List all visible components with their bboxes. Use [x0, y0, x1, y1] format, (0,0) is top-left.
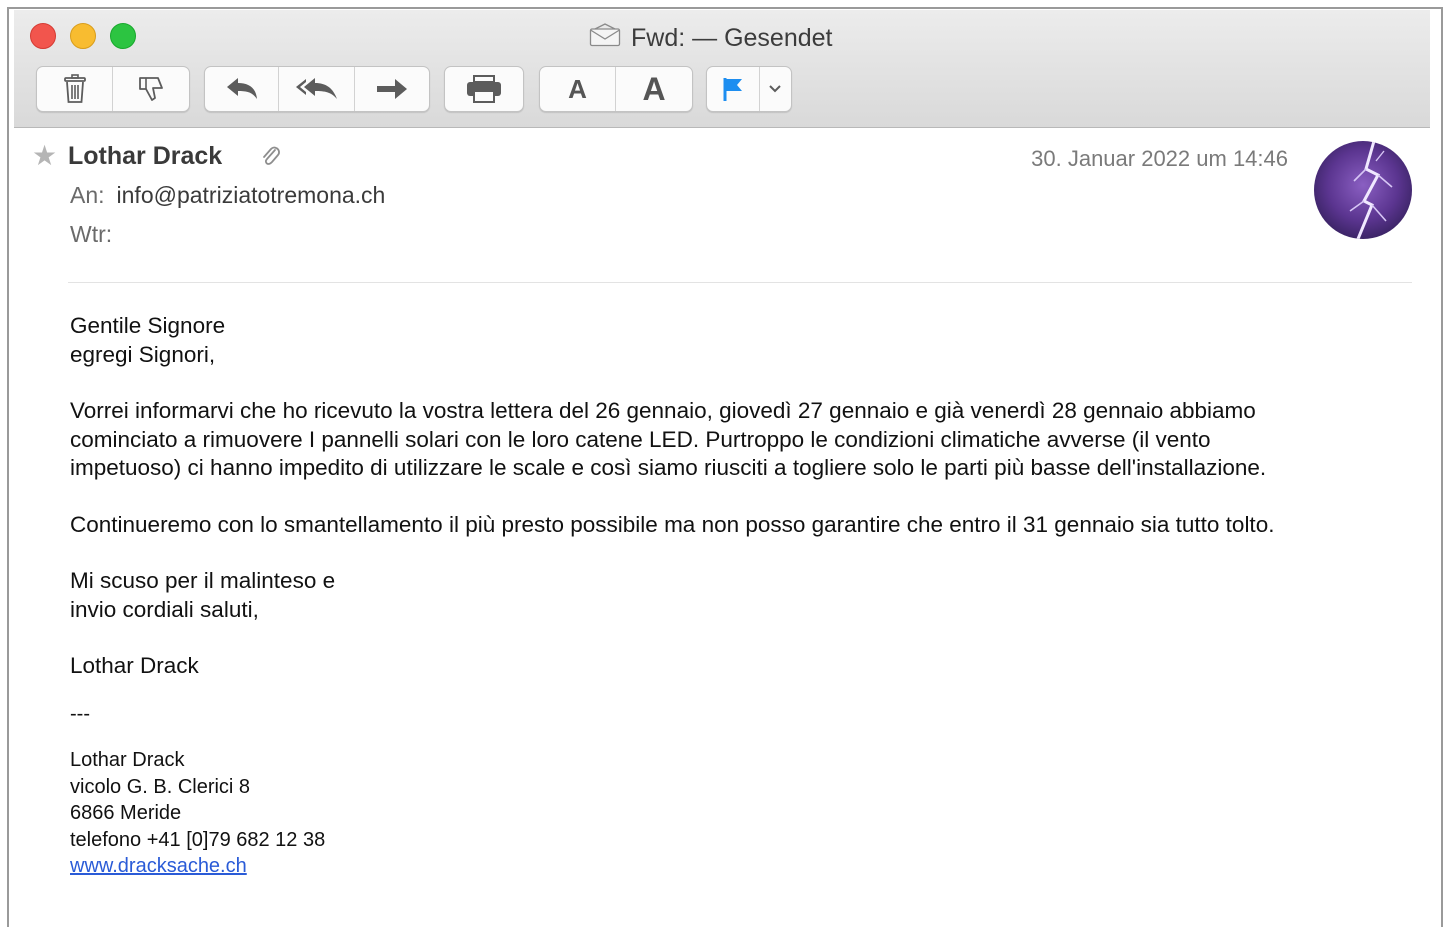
signature-block: Lothar Drack vicolo G. B. Clerici 8 6866… — [70, 747, 1410, 880]
closing-line: Mi scuso per il malinteso e — [70, 568, 336, 593]
signature-name-line: Lothar Drack — [70, 749, 185, 771]
signature-address-line: 6866 Meride — [70, 802, 182, 824]
flag-menu-button[interactable] — [760, 67, 791, 111]
message-body: Gentile Signore egregi Signori, Vorrei i… — [70, 312, 1410, 880]
signature-divider: --- — [70, 702, 90, 725]
font-size-group: A A — [539, 66, 693, 112]
print-group — [444, 66, 524, 112]
close-window-button[interactable] — [30, 23, 56, 49]
trash-icon — [62, 74, 88, 104]
cc-row: Wtr: — [70, 221, 124, 248]
paragraph-line: Continueremo con lo smantellamento il pi… — [70, 511, 1275, 537]
delete-junk-group — [36, 66, 190, 112]
reply-all-button[interactable] — [279, 67, 355, 111]
printer-icon — [465, 74, 503, 104]
signature-name: Lothar Drack — [70, 653, 199, 678]
to-recipient[interactable]: info@patriziatotremona.ch — [117, 182, 386, 208]
reply-button[interactable] — [205, 67, 280, 111]
signature-phone: telefono +41 [0]79 682 12 38 — [70, 828, 326, 851]
closing-line: invio cordiali saluti, — [70, 596, 259, 622]
minimize-window-button[interactable] — [70, 23, 96, 49]
chevron-down-icon — [768, 84, 782, 94]
reply-icon — [225, 76, 259, 102]
window-title-text: Fwd: — Gesendet — [631, 23, 833, 52]
titlebar: Fwd: — Gesendet A A — [14, 10, 1430, 128]
reply-all-icon — [295, 76, 339, 102]
message-date: 30. Januar 2022 um 14:46 — [1031, 146, 1288, 171]
sender-avatar — [1314, 141, 1412, 239]
paperclip-icon — [260, 144, 282, 175]
greeting-line: egregi Signori, — [70, 341, 216, 367]
sender-name[interactable]: Lothar Drack — [68, 142, 222, 171]
paragraph-line: Vorrei informarvi che ho ricevuto la vos… — [70, 398, 1256, 423]
reply-group — [204, 66, 430, 112]
to-row: An: info@patriziatotremona.ch — [70, 182, 385, 209]
to-label: An: — [70, 182, 105, 208]
flag-icon — [722, 76, 744, 102]
window-title: Fwd: — Gesendet — [589, 22, 833, 54]
greeting-line: Gentile Signore — [70, 313, 226, 338]
smaller-font-button[interactable]: A — [540, 67, 616, 111]
forward-button[interactable] — [355, 67, 429, 111]
print-button[interactable] — [445, 67, 523, 111]
junk-button[interactable] — [113, 67, 189, 111]
website-link[interactable]: www.dracksache.ch — [70, 855, 247, 877]
flag-button[interactable] — [707, 67, 760, 111]
star-icon[interactable]: ★ — [32, 142, 57, 170]
paragraph-line: impetuoso) ci hanno impedito di utilizza… — [70, 455, 1267, 480]
maximize-window-button[interactable] — [110, 23, 136, 49]
forward-arrow-icon — [375, 76, 409, 102]
flag-group — [706, 66, 792, 112]
cc-label: Wtr: — [70, 221, 113, 247]
signature-address-line: vicolo G. B. Clerici 8 — [70, 775, 251, 798]
thumbs-down-icon — [136, 74, 166, 104]
larger-font-button[interactable]: A — [616, 67, 692, 111]
paragraph-line: cominciato a rimuovere I pannelli solari… — [70, 426, 1211, 452]
header-separator — [68, 282, 1412, 283]
envelope-icon — [589, 22, 621, 54]
delete-button[interactable] — [37, 67, 113, 111]
